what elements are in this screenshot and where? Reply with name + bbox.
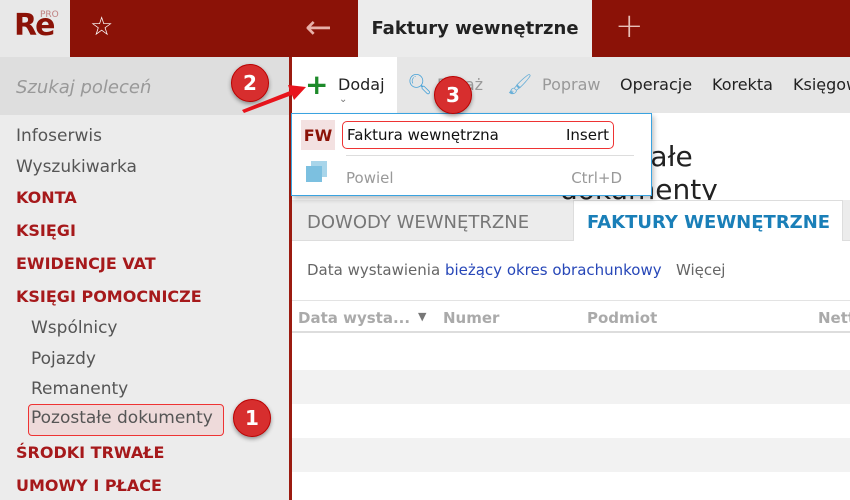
new-tab-plus-icon[interactable]: +	[615, 6, 644, 46]
column-net[interactable]: Nett	[818, 309, 850, 327]
operations-button[interactable]: Operacje	[620, 75, 692, 94]
step-badge-1: 1	[233, 399, 271, 437]
chevron-down-icon[interactable]: ⌄	[339, 94, 347, 105]
sidebar-item[interactable]: Infoserwis	[16, 126, 102, 146]
filter-label: Data wystawienia	[307, 261, 441, 279]
column-number[interactable]: Numer	[443, 309, 499, 327]
step-badge-3: 3	[434, 76, 472, 114]
brush-icon: 🖌︎	[507, 72, 533, 96]
sidebar-item[interactable]: EWIDENCJE VAT	[16, 254, 156, 273]
tab-faktury-wewnetrzne-list[interactable]: FAKTURY WEWNĘTRZNE	[587, 212, 830, 233]
sidebar-item[interactable]: KSIĘGI POMOCNICZE	[16, 287, 202, 306]
favorite-star-icon[interactable]: ☆	[90, 12, 113, 42]
filter-bar: Data wystawienia bieżący okres obrachunk…	[307, 261, 725, 279]
sidebar-item[interactable]: KSIĘGI	[16, 221, 76, 240]
menu-item-faktura-wewnetrzna[interactable]: Faktura wewnętrzna Insert	[342, 121, 614, 149]
step-badge-2: 2	[231, 64, 269, 102]
add-dropdown-menu: FW Faktura wewnętrzna Insert Powiel Ctrl…	[291, 113, 652, 196]
sidebar-item[interactable]: Wspólnicy	[31, 318, 118, 338]
filter-value-link[interactable]: bieżący okres obrachunkowy	[445, 261, 662, 279]
logo-pro: PRO	[40, 10, 59, 20]
menu-item-powiel[interactable]: Powiel Ctrl+D	[346, 169, 622, 187]
sidebar-item[interactable]: ŚRODKI TRWAŁE	[16, 443, 164, 462]
menu-item-label: Powiel	[346, 169, 394, 187]
post-button[interactable]: Księgow	[793, 75, 850, 94]
sort-down-icon[interactable]: ▼	[418, 310, 426, 323]
sidebar-item[interactable]: KONTA	[16, 188, 77, 207]
sidebar-item[interactable]: UMOWY I PŁACE	[16, 476, 162, 495]
tab-dowody-wewnetrzne[interactable]: DOWODY WEWNĘTRZNE	[307, 212, 529, 233]
menu-separator	[346, 155, 634, 156]
sidebar-item[interactable]: Pozostałe dokumenty	[31, 408, 213, 428]
search-icon: 🔍︎	[407, 72, 433, 96]
tab-faktury-wewnetrzne[interactable]: Faktury wewnętrzne	[358, 0, 592, 57]
more-link[interactable]: Więcej	[676, 261, 726, 279]
menu-item-shortcut: Ctrl+D	[571, 169, 622, 187]
table-row[interactable]	[292, 370, 850, 404]
sidebar-item[interactable]: Remanenty	[31, 379, 128, 399]
column-date[interactable]: Data wysta...	[298, 309, 410, 327]
back-arrow-icon[interactable]: ←	[305, 8, 332, 46]
menu-item-shortcut: Insert	[565, 126, 609, 144]
add-label[interactable]: Dodaj	[338, 75, 385, 94]
correction-button[interactable]: Korekta	[712, 75, 773, 94]
table-row[interactable]	[292, 438, 850, 472]
sidebar-item[interactable]: Pojazdy	[31, 349, 96, 369]
column-entity[interactable]: Podmiot	[587, 309, 657, 327]
table-header: Data wysta... ▼ Numer Podmiot Nett	[292, 300, 850, 333]
edit-button[interactable]: Popraw	[542, 75, 601, 94]
menu-item-label: Faktura wewnętrzna	[347, 126, 499, 144]
fw-icon: FW	[301, 120, 335, 150]
sidebar-item[interactable]: Wyszukiwarka	[16, 157, 137, 177]
duplicate-icon	[306, 166, 322, 182]
